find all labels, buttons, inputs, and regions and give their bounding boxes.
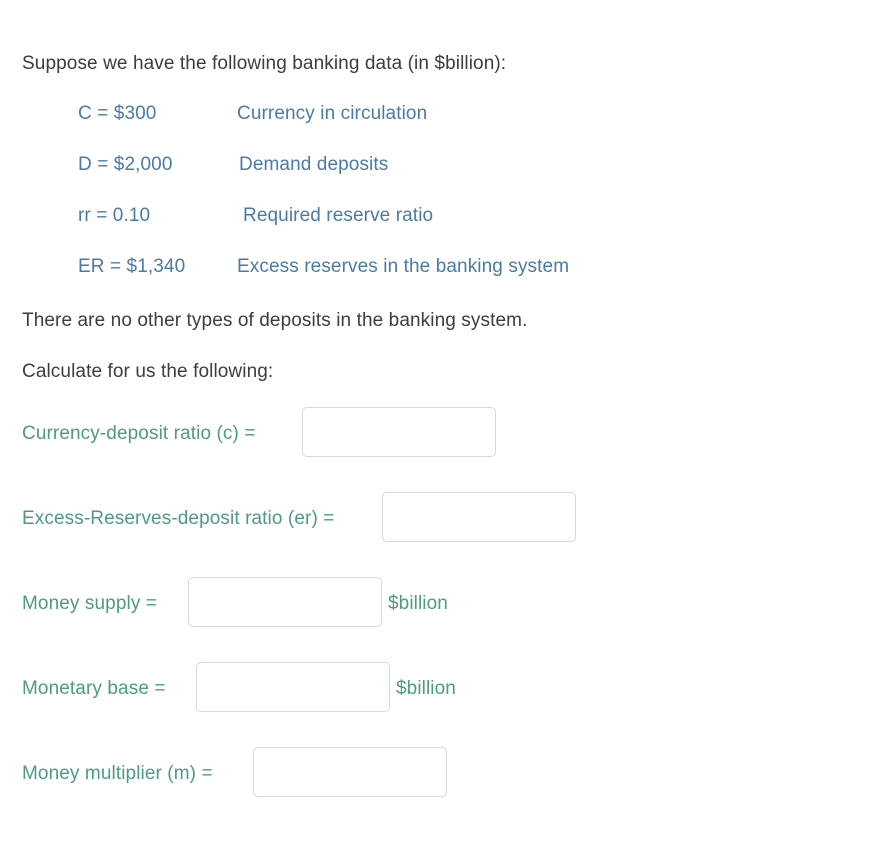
given-data-description: Currency in circulation: [237, 103, 428, 124]
monetary-base-input[interactable]: [196, 662, 390, 712]
currency-deposit-ratio-input[interactable]: [302, 407, 496, 457]
answer-row-excess-reserves-deposit-ratio: Excess-Reserves-deposit ratio (er) =: [0, 492, 873, 577]
given-data-description: Demand deposits: [239, 154, 389, 175]
money-multiplier-input[interactable]: [253, 747, 447, 797]
answer-row-money-supply: Money supply = $billion: [0, 577, 873, 662]
answer-row-monetary-base: Monetary base = $billion: [0, 662, 873, 747]
answer-label: Money supply =: [22, 593, 158, 614]
answer-label: Currency-deposit ratio (c) =: [22, 423, 256, 444]
money-supply-input[interactable]: [188, 577, 382, 627]
calculate-prompt: Calculate for us the following:: [22, 361, 274, 382]
answer-label: Excess-Reserves-deposit ratio (er) =: [22, 508, 335, 529]
given-data-description: Required reserve ratio: [243, 205, 434, 226]
given-data-term: ER = $1,340: [78, 256, 186, 277]
given-data-row: ER = $1,340 Excess reserves in the banki…: [0, 256, 873, 307]
money-supply-unit: $billion: [388, 593, 448, 614]
given-data-term: rr = 0.10: [78, 205, 151, 226]
no-other-deposits-statement: There are no other types of deposits in …: [22, 310, 528, 331]
answer-label: Monetary base =: [22, 678, 166, 699]
given-data-block: C = $300 Currency in circulation D = $2,…: [0, 103, 873, 307]
given-data-description: Excess reserves in the banking system: [237, 256, 570, 277]
given-data-row: D = $2,000 Demand deposits: [0, 154, 873, 205]
question-page: Suppose we have the following banking da…: [0, 0, 873, 866]
answers-block: Currency-deposit ratio (c) = Excess-Rese…: [0, 407, 873, 832]
given-data-term: C = $300: [78, 103, 157, 124]
given-data-row: rr = 0.10 Required reserve ratio: [0, 205, 873, 256]
given-data-term: D = $2,000: [78, 154, 173, 175]
given-data-row: C = $300 Currency in circulation: [0, 103, 873, 154]
answer-label: Money multiplier (m) =: [22, 763, 213, 784]
answer-row-currency-deposit-ratio: Currency-deposit ratio (c) =: [0, 407, 873, 492]
excess-reserves-deposit-ratio-input[interactable]: [382, 492, 576, 542]
monetary-base-unit: $billion: [396, 678, 456, 699]
answer-row-money-multiplier: Money multiplier (m) =: [0, 747, 873, 832]
intro-paragraph: Suppose we have the following banking da…: [22, 53, 507, 74]
